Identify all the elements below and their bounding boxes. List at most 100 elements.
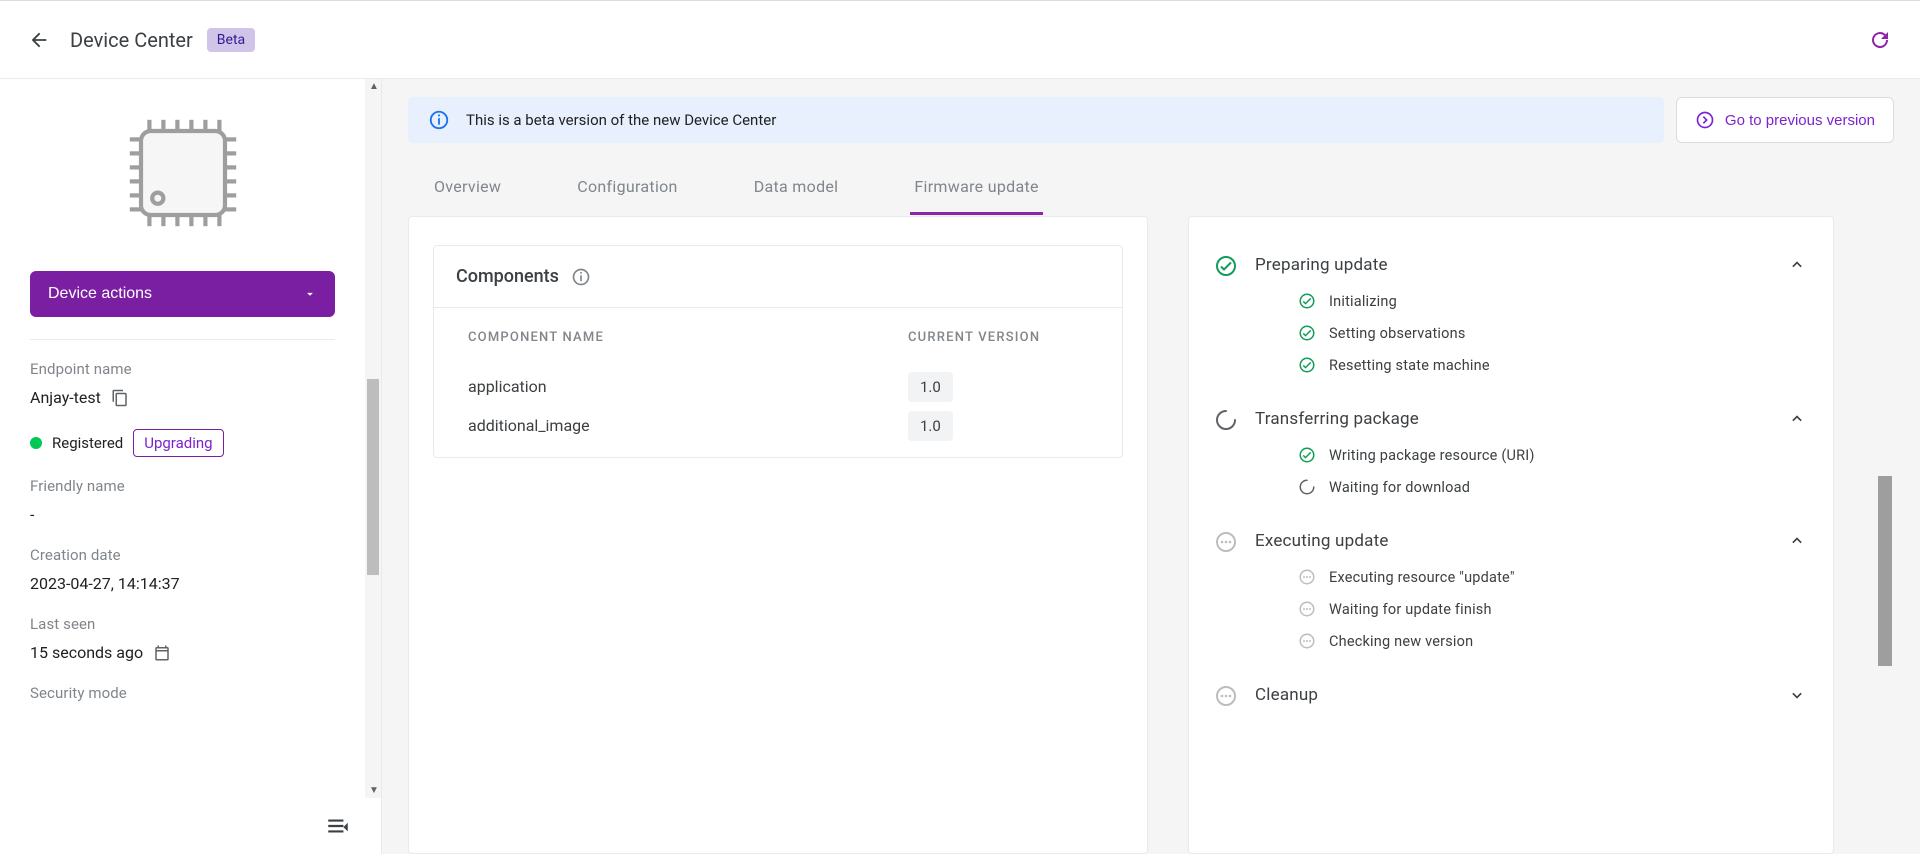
substep-label: Waiting for download <box>1329 479 1470 496</box>
label-friendly-name: Friendly name <box>30 477 335 495</box>
substep-label: Waiting for update finish <box>1329 601 1492 618</box>
substep-label: Initializing <box>1329 293 1397 310</box>
step: Executing update Executing resource "upda… <box>1213 521 1809 657</box>
label-endpoint-name: Endpoint name <box>30 360 335 378</box>
substep-status-icon <box>1297 445 1317 465</box>
cell-version-badge: 1.0 <box>908 411 953 441</box>
substep-status-icon <box>1297 599 1317 619</box>
device-actions-label: Device actions <box>48 285 152 303</box>
cell-version-badge: 1.0 <box>908 372 953 402</box>
substep: Initializing <box>1297 285 1809 317</box>
components-card: Components COMPONENT NAME CURRENT VERSIO… <box>408 216 1148 854</box>
substep: Checking new version <box>1297 625 1809 657</box>
substep-status-icon <box>1297 477 1317 497</box>
chevron-up-icon <box>1787 409 1807 429</box>
substep-status-icon <box>1297 567 1317 587</box>
main-scrollbar[interactable] <box>1874 216 1894 854</box>
substep-status-icon <box>1297 631 1317 651</box>
substep: Waiting for update finish <box>1297 593 1809 625</box>
menu-collapse-icon <box>325 813 351 839</box>
sidebar-scrollbar[interactable]: ▲ ▼ <box>365 79 381 798</box>
step-status-icon <box>1213 407 1239 433</box>
components-title: Components <box>456 266 559 287</box>
step-status-icon <box>1213 683 1239 709</box>
arrow-left-icon <box>28 29 50 51</box>
chevron-up-icon <box>1787 531 1807 551</box>
info-icon <box>428 109 450 131</box>
label-last-seen: Last seen <box>30 615 335 633</box>
beta-badge: Beta <box>207 28 255 52</box>
substep-status-icon <box>1297 355 1317 375</box>
step-title: Preparing update <box>1255 255 1785 275</box>
substep-label: Writing package resource (URI) <box>1329 447 1535 464</box>
banner-text: This is a beta version of the new Device… <box>466 111 776 129</box>
cell-component-name: application <box>468 377 908 396</box>
status-dot-icon <box>30 437 42 449</box>
step-status-icon <box>1213 529 1239 555</box>
update-steps-card: Preparing update Initializing Setting obse… <box>1188 216 1834 854</box>
refresh-icon <box>1868 28 1892 52</box>
tab-data-model[interactable]: Data model <box>750 159 843 215</box>
status-upgrading-badge: Upgrading <box>133 429 223 457</box>
table-row: additional_image1.0 <box>434 406 1122 445</box>
label-creation-date: Creation date <box>30 546 335 564</box>
sidebar: Device actions Endpoint name Anjay-test <box>0 79 382 854</box>
device-chip-icon <box>30 79 335 271</box>
substep: Executing resource "update" <box>1297 561 1809 593</box>
previous-version-label: Go to previous version <box>1725 112 1875 129</box>
step-title: Executing update <box>1255 531 1785 551</box>
copy-button[interactable] <box>111 389 129 407</box>
step-title: Transferring package <box>1255 409 1785 429</box>
sidebar-scrollbar-thumb[interactable] <box>367 379 379 575</box>
caret-down-icon <box>303 287 317 301</box>
tab-overview[interactable]: Overview <box>430 159 505 215</box>
col-current-version: CURRENT VERSION <box>908 330 1088 345</box>
status-registered: Registered <box>52 434 123 452</box>
step: Cleanup <box>1213 675 1809 715</box>
tabs: Overview Configuration Data model Firmware … <box>382 159 1920 216</box>
step-title: Cleanup <box>1255 685 1785 705</box>
step-header[interactable]: Cleanup <box>1255 675 1809 715</box>
substep-label: Checking new version <box>1329 633 1473 650</box>
previous-version-button[interactable]: Go to previous version <box>1676 97 1894 143</box>
col-component-name: COMPONENT NAME <box>468 330 908 345</box>
arrow-circle-right-icon <box>1695 110 1715 130</box>
back-button[interactable] <box>28 29 50 51</box>
substep-status-icon <box>1297 323 1317 343</box>
substep: Writing package resource (URI) <box>1297 439 1809 471</box>
substep-label: Executing resource "update" <box>1329 569 1515 586</box>
substep-label: Resetting state machine <box>1329 357 1490 374</box>
beta-info-banner: This is a beta version of the new Device… <box>408 97 1664 143</box>
page-title: Device Center <box>70 28 193 52</box>
copy-icon <box>111 389 129 407</box>
main-scrollbar-thumb[interactable] <box>1878 476 1892 666</box>
refresh-button[interactable] <box>1868 28 1892 52</box>
step-status-icon <box>1213 253 1239 279</box>
cell-component-name: additional_image <box>468 416 908 435</box>
step-header[interactable]: Executing update <box>1255 521 1809 561</box>
step-header[interactable]: Transferring package <box>1255 399 1809 439</box>
tab-firmware-update[interactable]: Firmware update <box>910 159 1042 215</box>
value-endpoint-name: Anjay-test <box>30 388 101 407</box>
substep-status-icon <box>1297 291 1317 311</box>
step-header[interactable]: Preparing update <box>1255 245 1809 285</box>
topbar: Device Center Beta <box>0 1 1920 79</box>
info-outline-icon[interactable] <box>571 267 591 287</box>
value-friendly-name: - <box>30 505 34 524</box>
substep: Setting observations <box>1297 317 1809 349</box>
table-row: application1.0 <box>434 367 1122 406</box>
main-content: This is a beta version of the new Device… <box>382 79 1920 854</box>
substep: Waiting for download <box>1297 471 1809 503</box>
collapse-sidebar-button[interactable] <box>325 813 351 839</box>
device-actions-button[interactable]: Device actions <box>30 271 335 317</box>
calendar-icon <box>153 644 171 662</box>
value-creation-date: 2023-04-27, 14:14:37 <box>30 574 180 593</box>
value-last-seen: 15 seconds ago <box>30 643 143 662</box>
tab-configuration[interactable]: Configuration <box>573 159 681 215</box>
step: Preparing update Initializing Setting obse… <box>1213 245 1809 381</box>
chevron-down-icon <box>1787 685 1807 705</box>
chevron-up-icon <box>1787 255 1807 275</box>
label-security-mode: Security mode <box>30 684 335 702</box>
step: Transferring package Writing package reso… <box>1213 399 1809 503</box>
substep-label: Setting observations <box>1329 325 1466 342</box>
